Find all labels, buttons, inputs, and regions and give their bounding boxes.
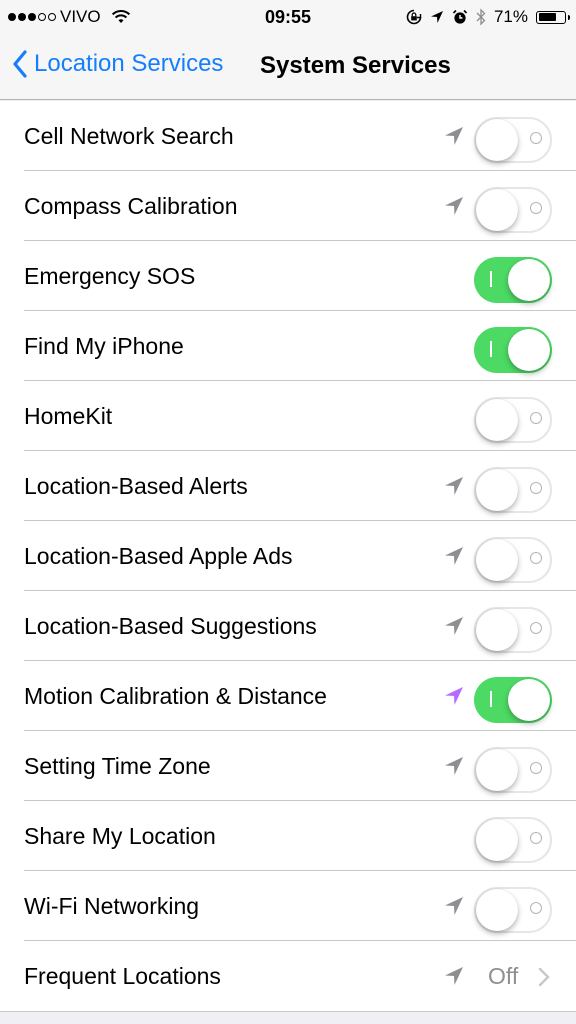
list-item: Wi-Fi Networking (0, 871, 576, 941)
list-item: Location-Based Apple Ads (0, 521, 576, 591)
battery-icon (536, 10, 570, 24)
toggle-off-mark (530, 412, 542, 424)
row-label: Find My iPhone (24, 332, 184, 359)
toggle-on-mark (490, 691, 492, 707)
location-arrow-icon (445, 197, 463, 215)
toggle-switch[interactable] (474, 467, 552, 513)
frequent-locations-row[interactable]: Frequent Locations Off (0, 941, 576, 1011)
row-value: Off (488, 962, 519, 989)
row-label: Motion Calibration & Distance (24, 682, 327, 709)
toggle-on-mark (490, 341, 492, 357)
toggle-knob[interactable] (476, 399, 518, 441)
toggle-knob[interactable] (476, 469, 518, 511)
location-arrow-icon (445, 127, 463, 145)
list-item: Compass Calibration (0, 171, 576, 241)
toggle-off-mark (530, 832, 542, 844)
toggle-switch[interactable] (474, 607, 552, 653)
row-label: Location-Based Alerts (24, 472, 248, 499)
list-item: Location-Based Suggestions (0, 591, 576, 661)
toggle-off-mark (530, 132, 542, 144)
list-item: Emergency SOS (0, 241, 576, 311)
toggle-switch[interactable] (474, 537, 552, 583)
row-label: Wi-Fi Networking (24, 892, 200, 919)
battery-percent: 71% (493, 7, 528, 26)
location-arrow-icon (445, 617, 463, 635)
toggle-knob[interactable] (476, 749, 518, 791)
row-label: Location-Based Suggestions (24, 612, 317, 639)
toggle-switch[interactable] (474, 397, 552, 443)
back-button-label: Location Services (34, 50, 224, 77)
toggle-switch[interactable] (474, 117, 552, 163)
system-services-list: Cell Network Search Compass Calibration … (0, 101, 576, 1012)
toggle-knob[interactable] (476, 609, 518, 651)
navigation-bar: Location Services System Services (0, 36, 576, 100)
chevron-right-icon (538, 967, 550, 987)
list-item: Location-Based Alerts (0, 451, 576, 521)
location-arrow-icon (445, 687, 463, 705)
status-bar: VIVO 09:55 71% (0, 0, 576, 36)
list-item: Share My Location (0, 801, 576, 871)
orientation-lock-icon (406, 9, 422, 25)
back-button[interactable]: Location Services (12, 50, 223, 78)
toggle-off-mark (530, 552, 542, 564)
toggle-knob[interactable] (476, 189, 518, 231)
row-label: Cell Network Search (24, 122, 234, 149)
row-label: Location-Based Apple Ads (24, 542, 293, 569)
toggle-knob[interactable] (508, 329, 550, 371)
toggle-switch[interactable] (474, 747, 552, 793)
list-item: Motion Calibration & Distance (0, 661, 576, 731)
toggle-switch[interactable] (474, 887, 552, 933)
toggle-switch[interactable] (474, 817, 552, 863)
toggle-switch[interactable] (474, 327, 552, 373)
page-title: System Services (260, 52, 451, 79)
bluetooth-icon (476, 8, 486, 26)
row-label: Frequent Locations (24, 962, 221, 989)
location-arrow-icon (445, 757, 463, 775)
toggle-off-mark (530, 902, 542, 914)
toggle-off-mark (530, 762, 542, 774)
row-label: Share My Location (24, 822, 216, 849)
toggle-switch[interactable] (474, 187, 552, 233)
toggle-knob[interactable] (508, 259, 550, 301)
toggle-knob[interactable] (476, 889, 518, 931)
toggle-on-mark (490, 271, 492, 287)
toggle-off-mark (530, 482, 542, 494)
location-arrow-icon (445, 897, 463, 915)
list-item: Cell Network Search (0, 101, 576, 171)
location-arrow-icon (445, 967, 463, 985)
list-item: Setting Time Zone (0, 731, 576, 801)
alarm-icon (452, 9, 468, 24)
toggle-switch[interactable] (474, 677, 552, 723)
row-label: HomeKit (24, 402, 113, 429)
toggle-off-mark (530, 622, 542, 634)
toggle-switch[interactable] (474, 257, 552, 303)
toggle-off-mark (530, 202, 542, 214)
location-arrow-icon (445, 547, 463, 565)
list-item: Find My iPhone (0, 311, 576, 381)
toggle-knob[interactable] (476, 819, 518, 861)
toggle-knob[interactable] (476, 539, 518, 581)
toggle-knob[interactable] (508, 679, 550, 721)
toggle-knob[interactable] (476, 119, 518, 161)
row-label: Compass Calibration (24, 192, 238, 219)
location-icon (430, 11, 443, 23)
location-arrow-icon (445, 477, 463, 495)
row-label: Emergency SOS (24, 262, 196, 289)
row-label: Setting Time Zone (24, 752, 211, 779)
chevron-left-icon (13, 50, 27, 78)
list-item: HomeKit (0, 381, 576, 451)
